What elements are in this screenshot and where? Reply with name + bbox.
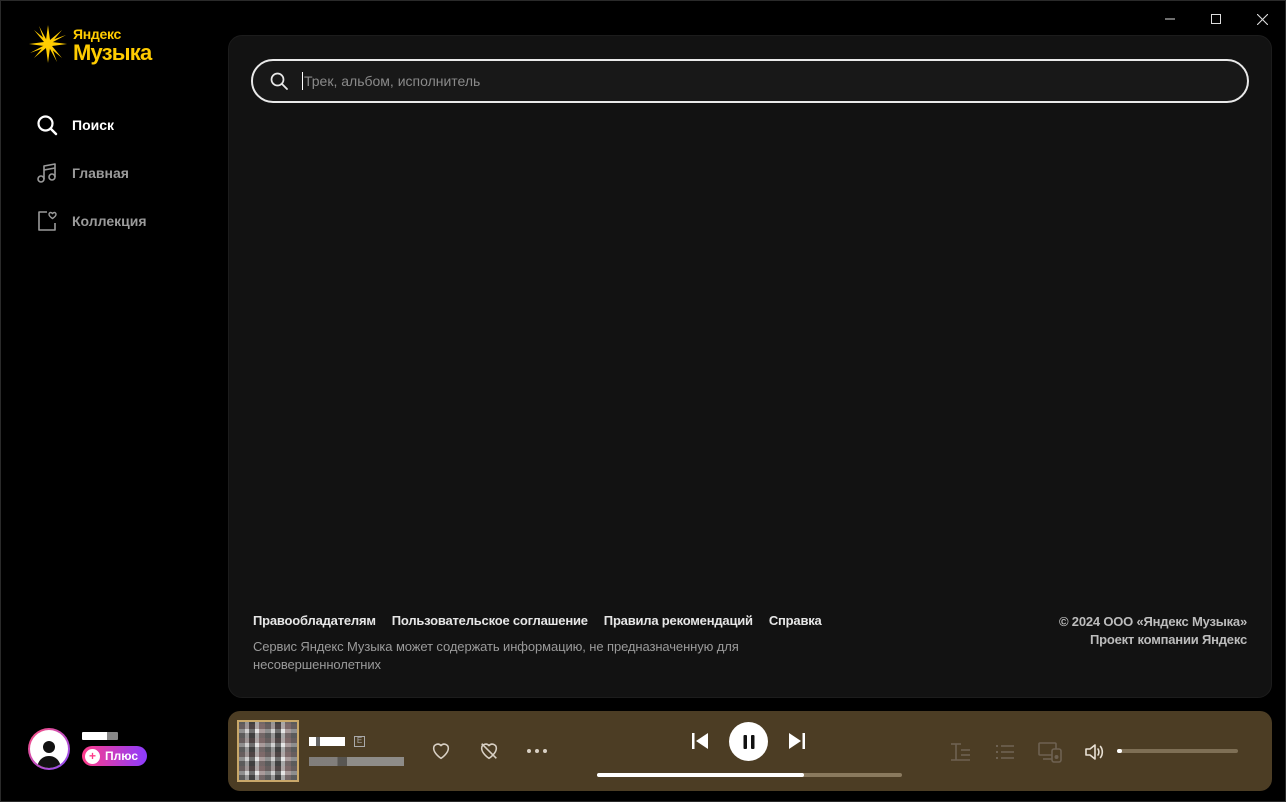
playback-progress-fill [597, 773, 805, 777]
devices-icon [1038, 742, 1062, 763]
playback-progress-bar[interactable] [597, 773, 902, 777]
volume-button[interactable] [1082, 740, 1106, 764]
queue-button[interactable] [993, 740, 1017, 764]
dislike-button[interactable] [477, 739, 501, 763]
skip-next-icon [789, 733, 805, 749]
music-note-icon [33, 159, 61, 187]
maximize-button[interactable] [1193, 1, 1239, 37]
more-button[interactable] [525, 739, 549, 763]
lyrics-button[interactable] [948, 740, 972, 764]
search-input[interactable] [304, 73, 1204, 89]
player-bar: E [228, 711, 1272, 791]
track-title-redacted [309, 736, 345, 746]
sidebar-item-label: Коллекция [72, 213, 147, 229]
skip-previous-icon [692, 733, 708, 749]
devices-button[interactable] [1038, 740, 1062, 764]
search-bar[interactable] [251, 59, 1249, 103]
sidebar-item-label: Поиск [72, 117, 115, 133]
sidebar-item-home[interactable]: Главная [33, 149, 213, 197]
next-track-button[interactable] [786, 730, 808, 752]
minimize-button[interactable] [1147, 1, 1193, 37]
footer-link-help[interactable]: Справка [769, 613, 822, 628]
close-icon [1256, 13, 1268, 25]
plus-logo-icon: + [85, 748, 100, 764]
heart-icon [432, 743, 450, 760]
user-name [82, 732, 118, 740]
like-button[interactable] [429, 739, 453, 763]
user-profile[interactable]: + Плюс [28, 728, 148, 770]
footer-copyright: © 2024 ООО «Яндекс Музыка» Проект компан… [1059, 613, 1247, 649]
window-controls [1147, 1, 1285, 37]
logo-text-small: Яндекс [73, 26, 121, 42]
collection-heart-icon [33, 207, 61, 235]
maximize-icon [1211, 14, 1221, 24]
copyright-text: © 2024 ООО «Яндекс Музыка» [1059, 614, 1247, 629]
avatar[interactable] [28, 728, 70, 770]
more-dots-icon [527, 749, 547, 753]
broken-heart-icon [480, 743, 498, 760]
queue-list-icon [996, 745, 1014, 759]
album-cover[interactable] [237, 720, 299, 782]
footer-link-recommendation-rules[interactable]: Правила рекомендаций [604, 613, 753, 628]
plus-badge[interactable]: + Плюс [82, 746, 148, 766]
plus-label: Плюс [105, 749, 139, 763]
lyrics-icon [951, 743, 970, 761]
sidebar-item-collection[interactable]: Коллекция [33, 197, 213, 245]
app-window: Яндекс Музыка Поиск Главная Коллекция + … [0, 0, 1286, 802]
volume-slider-fill [1117, 749, 1122, 753]
footer-link-rightholders[interactable]: Правообладателям [253, 613, 376, 628]
project-text: Проект компании Яндекс [1089, 632, 1247, 647]
minimize-icon [1165, 18, 1175, 20]
speaker-icon [1085, 744, 1104, 760]
track-title[interactable]: E [309, 735, 365, 747]
footer-link-user-agreement[interactable]: Пользовательское соглашение [392, 613, 588, 628]
search-icon [268, 70, 290, 92]
previous-track-button[interactable] [689, 730, 711, 752]
age-disclaimer: Сервис Яндекс Музыка может содержать инф… [253, 639, 739, 672]
volume-slider[interactable] [1117, 749, 1238, 753]
logo-text-big: Музыка [73, 40, 152, 65]
text-caret [302, 72, 303, 90]
sidebar-item-label: Главная [72, 165, 129, 181]
pause-icon [743, 734, 754, 749]
search-icon [33, 111, 61, 139]
sidebar-nav: Поиск Главная Коллекция [33, 101, 213, 245]
app-logo[interactable]: Яндекс Музыка [27, 23, 152, 65]
main-content: Правообладателям Пользовательское соглаш… [228, 35, 1272, 698]
sun-logo-icon [29, 25, 67, 63]
close-button[interactable] [1239, 1, 1285, 37]
pause-button[interactable] [729, 722, 768, 761]
explicit-badge: E [354, 735, 365, 747]
user-silhouette-icon [37, 741, 61, 768]
footer-links: Правообладателям Пользовательское соглаш… [253, 613, 822, 628]
sidebar-item-search[interactable]: Поиск [33, 101, 213, 149]
track-artist[interactable] [309, 757, 404, 766]
